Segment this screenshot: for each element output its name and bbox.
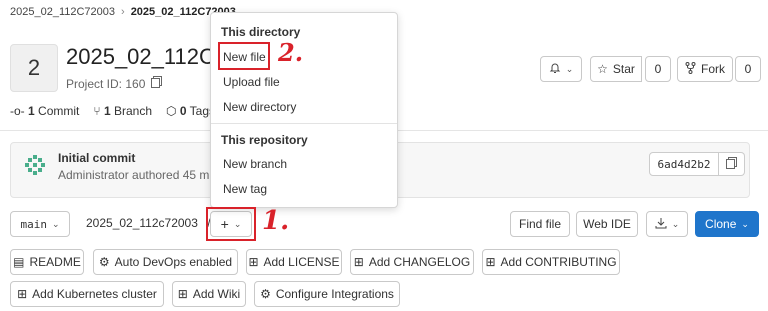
project-id-label: Project ID: 160 xyxy=(66,76,146,91)
configure-integrations-button[interactable]: ⚙ Configure Integrations xyxy=(254,281,400,307)
add-wiki-button[interactable]: ⊞ Add Wiki xyxy=(172,281,246,307)
bell-icon xyxy=(549,62,561,77)
copy-icon xyxy=(726,156,737,172)
notification-button[interactable]: ⌄ xyxy=(540,56,582,82)
breadcrumb: 2025_02_112C72003 › 2025_02_112C72003 xyxy=(10,6,236,18)
find-file-button[interactable]: Find file xyxy=(510,211,570,237)
branch-selector[interactable]: main ⌄ xyxy=(10,211,70,237)
plus-square-icon: ⊞ xyxy=(353,255,364,269)
commit-title[interactable]: Initial commit xyxy=(58,151,135,165)
chevron-down-icon: ⌄ xyxy=(565,63,574,74)
plus-square-icon: ⊞ xyxy=(248,255,259,269)
gear-icon: ⚙ xyxy=(260,287,271,301)
plus-square-icon: ⊞ xyxy=(17,287,28,301)
repo-path: 2025_02_112c72003 / xyxy=(86,216,211,230)
chevron-down-icon: ⌄ xyxy=(51,218,60,229)
fork-count[interactable]: 0 xyxy=(735,56,761,82)
tags-stat[interactable]: ⬡ 0 Tags xyxy=(166,104,215,118)
add-contributing-button[interactable]: ⊞ Add CONTRIBUTING xyxy=(482,249,620,275)
breadcrumb-parent[interactable]: 2025_02_112C72003 xyxy=(10,6,115,18)
dropdown-section-repository: This repository xyxy=(221,133,308,147)
author-avatar xyxy=(24,154,46,176)
breadcrumb-separator: › xyxy=(121,6,125,18)
commit-icon: -o- xyxy=(10,104,25,118)
copy-sha-button[interactable] xyxy=(719,152,745,176)
menu-item-new-branch[interactable]: New branch xyxy=(223,157,287,171)
clone-button[interactable]: Clone ⌄ xyxy=(695,211,759,237)
fork-button[interactable]: Fork xyxy=(677,56,733,82)
fork-icon xyxy=(685,61,696,77)
commit-author: Administrator authored 45 mi xyxy=(58,168,213,182)
menu-item-new-tag[interactable]: New tag xyxy=(223,182,267,196)
add-license-button[interactable]: ⊞ Add LICENSE xyxy=(246,249,342,275)
download-icon xyxy=(655,217,667,232)
auto-devops-button[interactable]: ⚙ Auto DevOps enabled xyxy=(93,249,238,275)
download-button[interactable]: ⌄ xyxy=(646,211,688,237)
branch-name: main xyxy=(20,217,47,231)
plus-square-icon: ⊞ xyxy=(177,287,188,301)
star-button[interactable]: ☆ Star xyxy=(590,56,642,82)
repo-path-root[interactable]: 2025_02_112c72003 xyxy=(86,216,198,230)
dropdown-divider xyxy=(211,123,397,124)
dropdown-section-directory: This directory xyxy=(221,25,301,39)
web-ide-button[interactable]: Web IDE xyxy=(576,211,638,237)
branch-icon: ⑂ xyxy=(93,104,101,118)
add-changelog-button[interactable]: ⊞ Add CHANGELOG xyxy=(350,249,474,275)
menu-item-upload-file[interactable]: Upload file xyxy=(223,75,280,89)
annotation-step-2: 2. xyxy=(278,38,304,67)
readme-button[interactable]: ▤ README xyxy=(10,249,84,275)
highlight-new-file xyxy=(218,42,270,70)
annotation-step-1: 1. xyxy=(262,206,290,236)
gear-icon: ⚙ xyxy=(98,255,110,269)
commits-stat[interactable]: -o- 1 Commit xyxy=(10,104,79,118)
star-label: Star xyxy=(612,62,635,76)
plus-square-icon: ⊞ xyxy=(485,255,496,269)
project-avatar: 2 xyxy=(10,44,58,92)
chevron-down-icon: ⌄ xyxy=(671,218,680,229)
file-icon: ▤ xyxy=(13,255,25,269)
fork-label: Fork xyxy=(701,62,725,76)
star-icon: ☆ xyxy=(597,62,608,76)
commit-sha[interactable]: 6ad4d2b2 xyxy=(649,152,719,176)
copy-icon[interactable] xyxy=(151,76,163,91)
tag-icon: ⬡ xyxy=(166,104,177,118)
clone-label: Clone xyxy=(705,217,737,231)
star-count[interactable]: 0 xyxy=(645,56,671,82)
project-stats: -o- 1 Commit ⑂ 1 Branch ⬡ 0 Tags xyxy=(10,104,215,118)
highlight-add-button xyxy=(206,207,256,241)
chevron-down-icon: ⌄ xyxy=(741,218,749,229)
branches-stat[interactable]: ⑂ 1 Branch xyxy=(93,104,152,118)
project-id: Project ID: 160 xyxy=(66,76,163,91)
add-kubernetes-button[interactable]: ⊞ Add Kubernetes cluster xyxy=(10,281,164,307)
menu-item-new-directory[interactable]: New directory xyxy=(223,100,296,114)
